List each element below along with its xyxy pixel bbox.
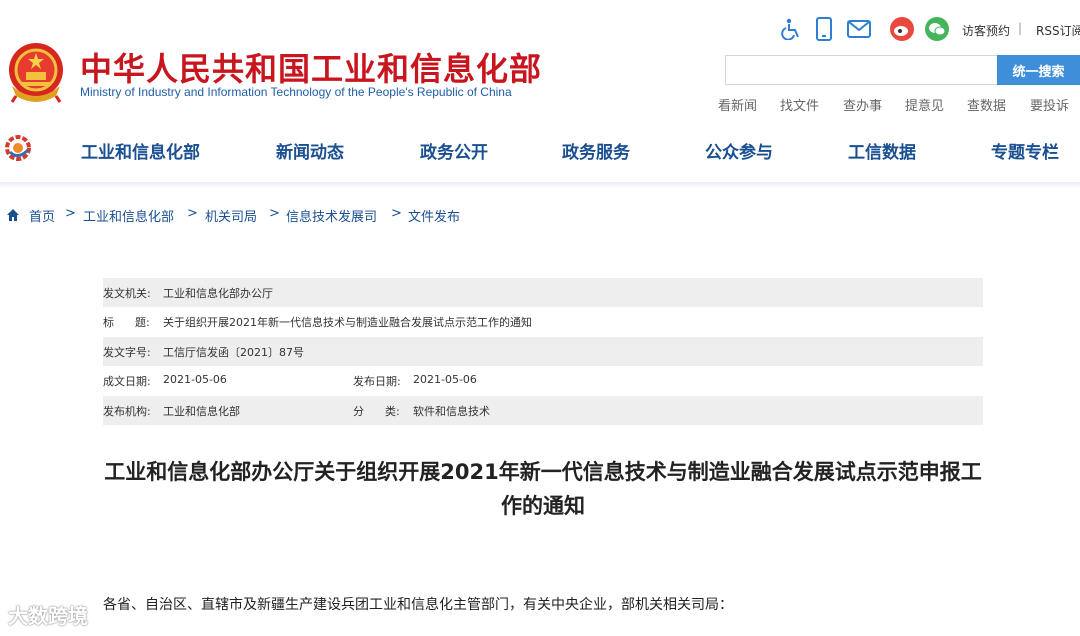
quick-link-data[interactable]: 查数据: [967, 95, 1006, 114]
visit-appointment-link[interactable]: 访客预约: [962, 22, 1010, 39]
meta-title-label: 标 题:: [103, 316, 150, 329]
nav-item-gov-affairs[interactable]: 政务公开: [420, 138, 488, 163]
rss-link[interactable]: RSS订阅: [1036, 22, 1080, 39]
meta-category-label: 分 类:: [353, 405, 400, 418]
home-icon[interactable]: [6, 207, 20, 221]
meta-row-issuer: 发文机关: 工业和信息化部办公厅: [103, 278, 983, 307]
meta-docno-value: 工信厅信发函〔2021〕87号: [163, 346, 304, 359]
meta-docno-label: 发文字号:: [103, 346, 151, 359]
meta-created-label: 成文日期:: [103, 375, 151, 388]
meta-row-org: 发布机构: 工业和信息化部 分 类: 软件和信息技术: [103, 396, 983, 425]
nav-item-data[interactable]: 工信数据: [848, 138, 916, 163]
meta-category-value: 软件和信息技术: [413, 405, 490, 418]
meta-row-title: 标 题: 关于组织开展2021年新一代信息技术与制造业融合发展试点示范工作的通知: [103, 307, 983, 336]
meta-issuer-value: 工业和信息化部办公厅: [163, 287, 273, 300]
site-title: 中华人民共和国工业和信息化部: [80, 50, 543, 88]
breadcrumb-separator: >: [391, 206, 402, 221]
document-salutation: 各省、自治区、直辖市及新疆生产建设兵团工业和信息化主管部门，有关中央企业，部机关…: [103, 597, 733, 613]
nav-logo-icon: [4, 134, 32, 162]
meta-org-label: 发布机构:: [103, 405, 151, 418]
nav-item-gov-services[interactable]: 政务服务: [562, 138, 630, 163]
wechat-icon[interactable]: [924, 16, 950, 42]
weibo-icon[interactable]: [889, 16, 915, 42]
quick-link-files[interactable]: 找文件: [780, 95, 819, 114]
breadcrumb-separator: >: [65, 206, 76, 221]
quick-link-complaint[interactable]: 要投诉: [1030, 95, 1069, 114]
nav-item-news[interactable]: 新闻动态: [276, 138, 344, 163]
document-title: 工业和信息化部办公厅关于组织开展2021年新一代信息技术与制造业融合发展试点示范…: [104, 460, 982, 518]
nav-item-topics[interactable]: 专题专栏: [991, 138, 1059, 163]
header-separator: |: [1018, 21, 1023, 35]
breadcrumb-departments[interactable]: 机关司局: [205, 206, 257, 225]
breadcrumb-separator: >: [269, 206, 280, 221]
nav-item-participation[interactable]: 公众参与: [705, 138, 773, 163]
search-button[interactable]: 统一搜索: [997, 55, 1080, 85]
quick-link-services[interactable]: 查办事: [843, 95, 882, 114]
breadcrumb-separator: >: [187, 206, 198, 221]
meta-published-value: 2021-05-06: [413, 373, 477, 386]
accessibility-icon[interactable]: [778, 16, 804, 42]
breadcrumb-file-release[interactable]: 文件发布: [408, 206, 460, 225]
nav-divider: [0, 182, 1080, 188]
watermark-text: 大数跨境: [8, 604, 88, 628]
meta-issuer-label: 发文机关:: [103, 287, 151, 300]
meta-title-value: 关于组织开展2021年新一代信息技术与制造业融合发展试点示范工作的通知: [163, 316, 532, 329]
meta-row-dates: 成文日期: 2021-05-06 发布日期: 2021-05-06: [103, 366, 983, 395]
site-subtitle: Ministry of Industry and Information Tec…: [80, 85, 512, 99]
meta-org-value: 工业和信息化部: [163, 405, 240, 418]
mobile-icon[interactable]: [811, 16, 837, 42]
breadcrumb-home[interactable]: 首页: [29, 206, 55, 225]
nav-item-ministry[interactable]: 工业和信息化部: [81, 138, 200, 163]
search-input[interactable]: [725, 55, 997, 85]
quick-link-feedback[interactable]: 提意见: [905, 95, 944, 114]
mail-icon[interactable]: [846, 16, 872, 42]
meta-row-docno: 发文字号: 工信厅信发函〔2021〕87号: [103, 337, 983, 366]
meta-created-value: 2021-05-06: [163, 373, 227, 386]
meta-published-label: 发布日期:: [353, 375, 401, 388]
breadcrumb-it-dept[interactable]: 信息技术发展司: [286, 206, 377, 225]
quick-link-news[interactable]: 看新闻: [718, 95, 757, 114]
national-emblem-logo[interactable]: [6, 40, 66, 104]
breadcrumb-ministry[interactable]: 工业和信息化部: [83, 206, 174, 225]
